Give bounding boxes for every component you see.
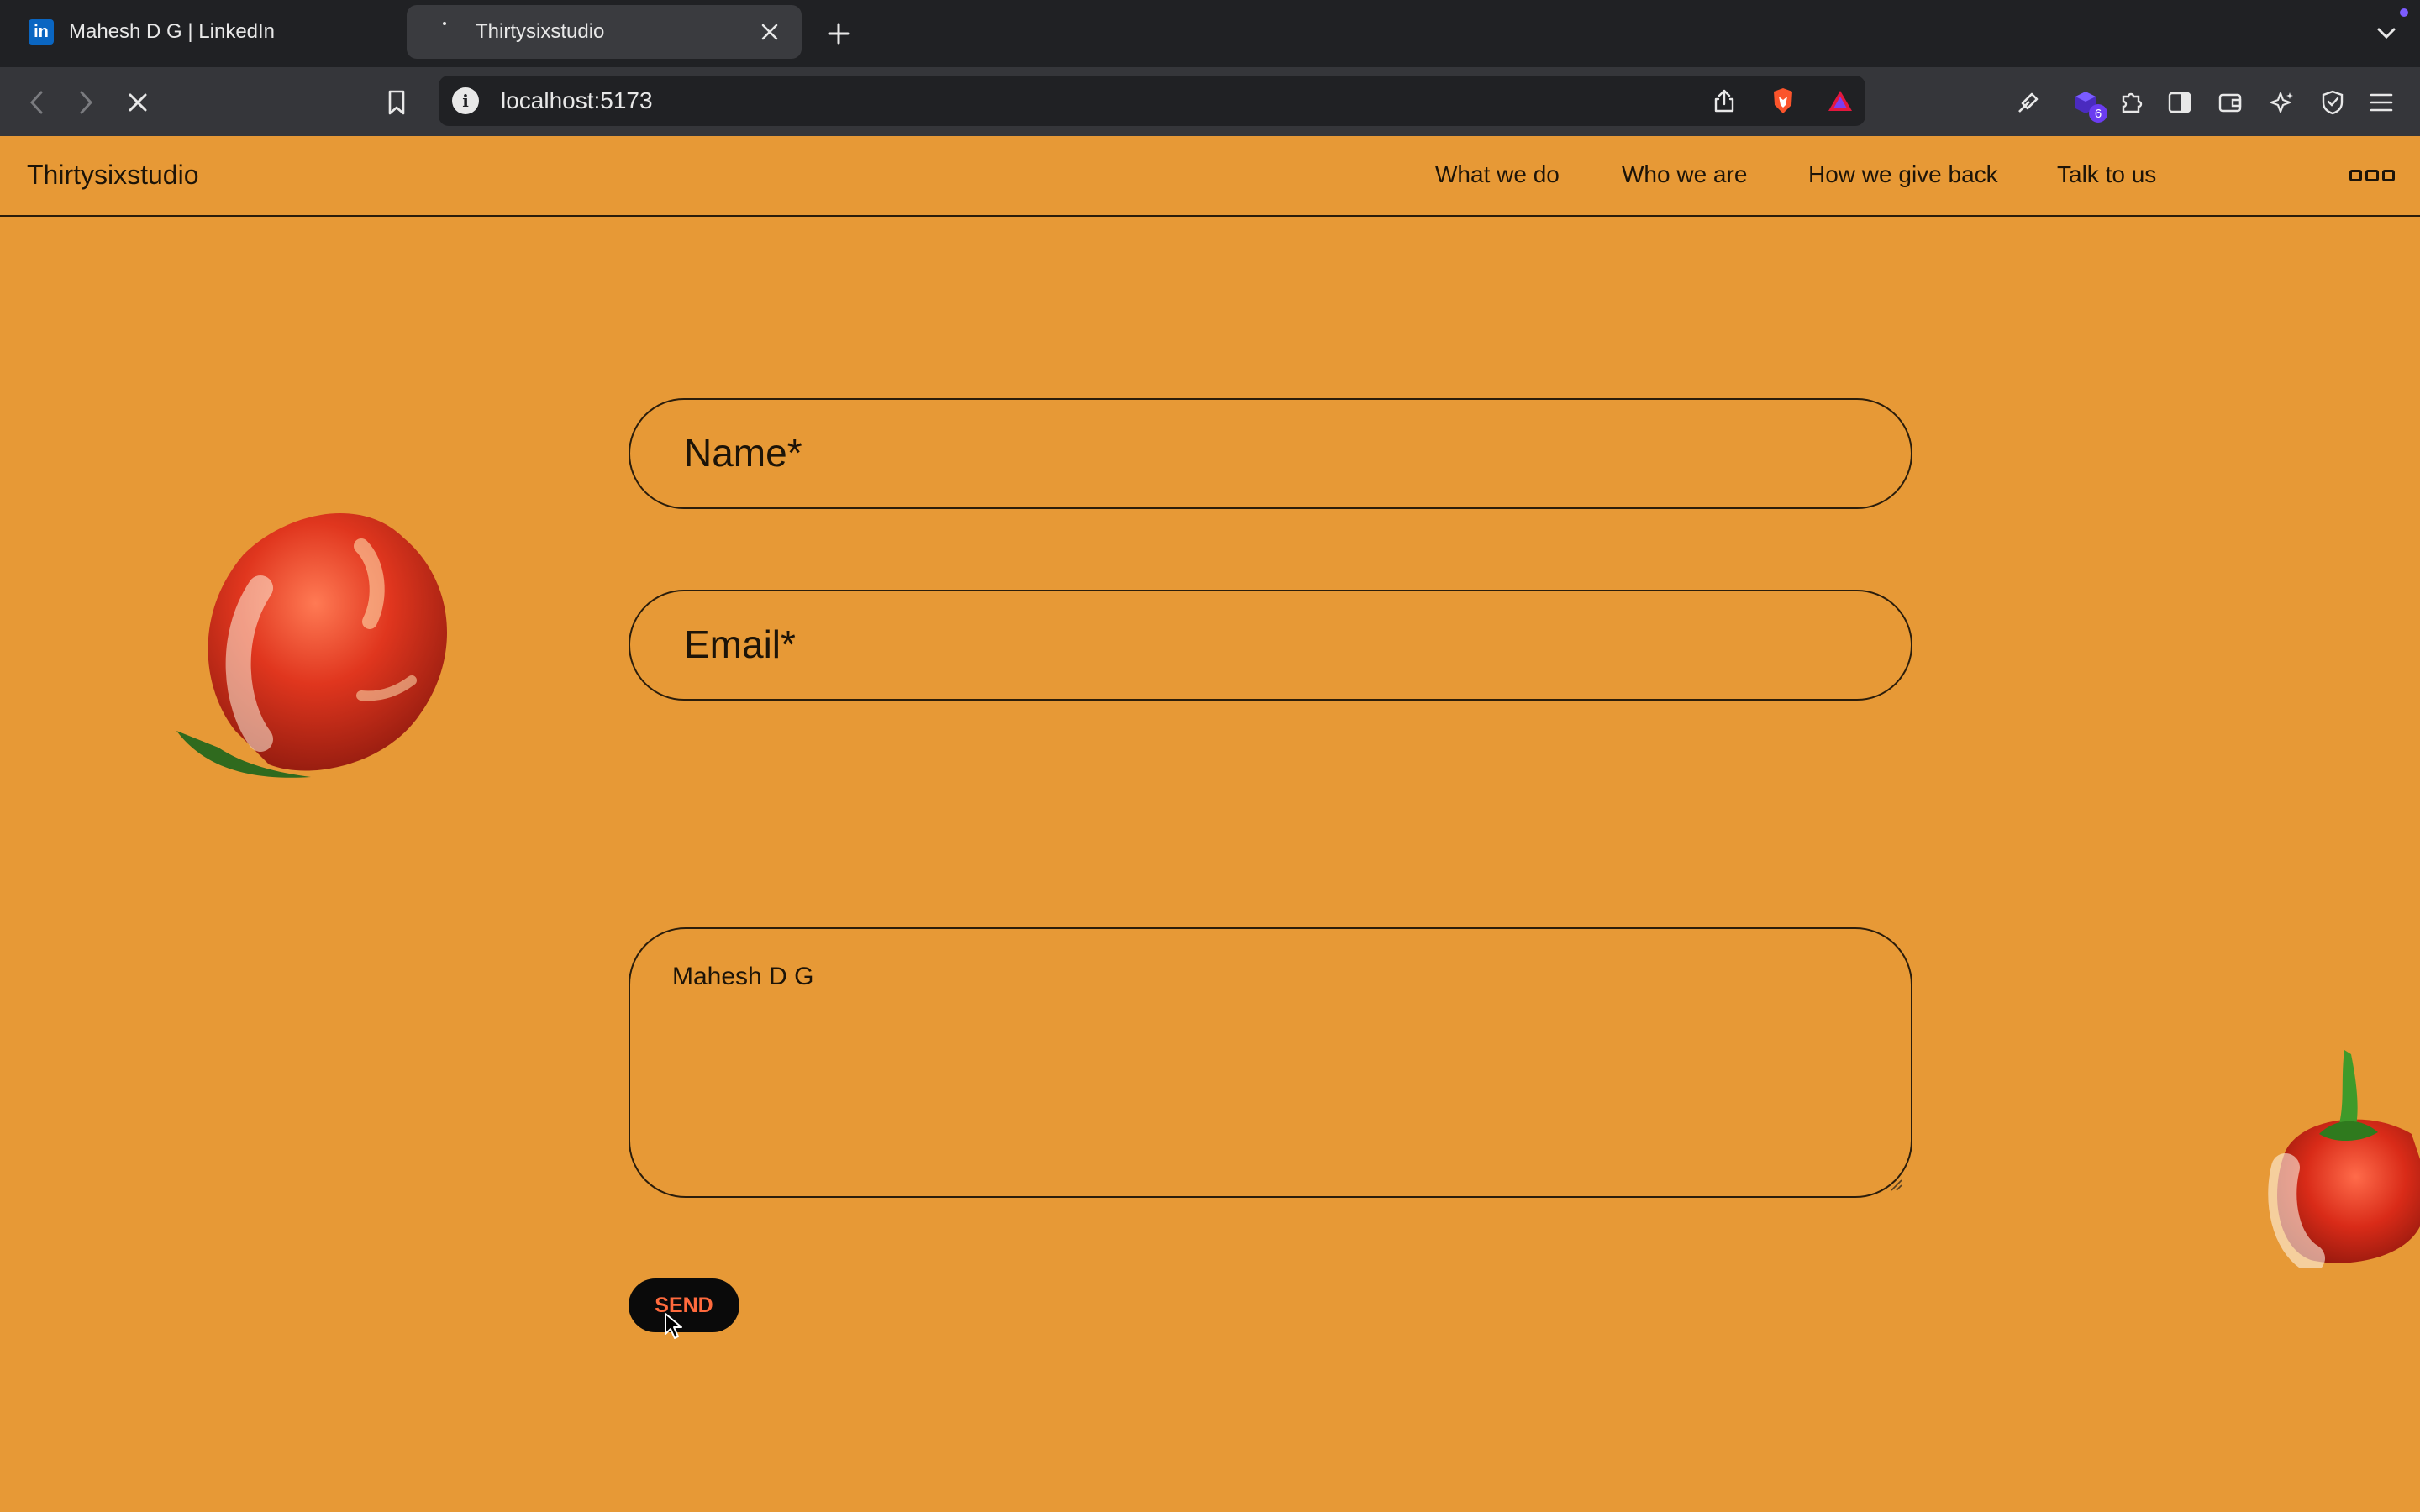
tab-label: Mahesh D G | LinkedIn [69, 20, 276, 43]
eyedropper-icon[interactable] [2010, 84, 2047, 121]
extension-count-badge: 6 [2089, 104, 2107, 123]
site-info-icon[interactable]: i [452, 87, 479, 114]
site-header: Thirtysixstudio What we do Who we are Ho… [0, 136, 2420, 217]
send-button[interactable]: SEND [629, 1278, 739, 1332]
extension-cube-icon[interactable]: 6 [2067, 84, 2107, 123]
resize-handle-icon[interactable] [1889, 1178, 1902, 1191]
nav-talk-to-us[interactable]: Talk to us [2057, 161, 2156, 188]
pepper-image-left [176, 513, 448, 778]
message-value: Mahesh D G [672, 963, 814, 990]
brave-rewards-icon[interactable] [1825, 86, 1855, 116]
url-text[interactable]: localhost:5173 [501, 87, 653, 114]
loading-spinner-icon [440, 22, 460, 42]
brand-logo[interactable]: Thirtysixstudio [27, 160, 199, 191]
vpn-shield-icon[interactable] [2314, 84, 2351, 121]
close-tab-icon[interactable] [755, 17, 785, 47]
tab-list-chevron-icon[interactable] [2370, 17, 2403, 50]
back-icon[interactable] [18, 84, 55, 121]
stop-loading-icon[interactable] [119, 84, 156, 121]
name-placeholder: Name* [684, 431, 802, 475]
email-placeholder: Email* [684, 622, 796, 666]
brave-shield-icon[interactable] [1768, 86, 1798, 116]
tab-label: Thirtysixstudio [476, 20, 605, 43]
share-icon[interactable] [1709, 86, 1739, 116]
message-textarea[interactable]: Mahesh D G [629, 927, 1912, 1198]
address-bar[interactable]: i localhost:5173 [439, 76, 1865, 126]
hamburger-menu-icon[interactable] [2349, 170, 2395, 181]
browser-toolbar: i localhost:5173 6 [0, 67, 2420, 136]
browser-tab-bar: in Mahesh D G | LinkedIn Thirtysixstudio [0, 0, 2420, 67]
new-tab-button[interactable] [820, 15, 857, 52]
tab-thirtysixstudio[interactable]: Thirtysixstudio [407, 5, 802, 59]
nav-how-we-give-back[interactable]: How we give back [1808, 161, 1998, 188]
extensions-puzzle-icon[interactable] [2112, 84, 2149, 121]
nav-what-we-do[interactable]: What we do [1435, 161, 1560, 188]
wallet-icon[interactable] [2212, 84, 2249, 121]
pepper-image-right [2268, 1050, 2420, 1268]
tab-linkedin[interactable]: in Mahesh D G | LinkedIn [13, 5, 400, 59]
linkedin-icon: in [29, 19, 54, 45]
mouse-cursor-icon [665, 1313, 682, 1339]
nav-who-we-are[interactable]: Who we are [1622, 161, 1747, 188]
email-field[interactable]: Email* [629, 590, 1912, 701]
leo-ai-icon[interactable] [2264, 84, 2301, 121]
bookmark-icon[interactable] [378, 84, 415, 121]
browser-menu-icon[interactable] [2363, 84, 2400, 121]
sidebar-toggle-icon[interactable] [2161, 84, 2198, 121]
notification-dot [2400, 8, 2408, 17]
name-field[interactable]: Name* [629, 398, 1912, 509]
forward-icon[interactable] [67, 84, 104, 121]
